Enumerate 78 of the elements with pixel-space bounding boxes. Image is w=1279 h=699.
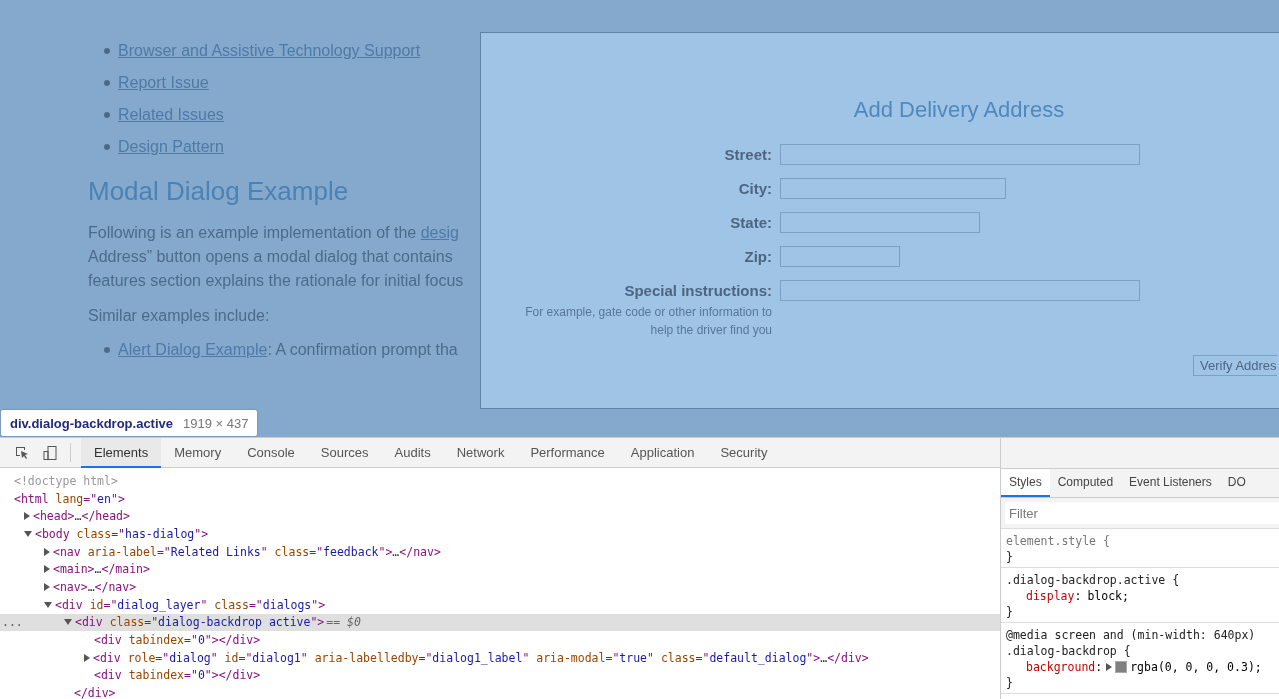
field-label: City: <box>738 179 772 199</box>
bullet-icon <box>104 144 110 150</box>
dom-node-line[interactable]: <div tabindex="0"></div> <box>94 668 261 683</box>
paragraph-text: features section explains the rationale for initial focus <box>88 272 464 289</box>
bullet-icon <box>104 112 110 118</box>
paragraph-text: Address” button opens a modal dialog that contains <box>88 248 453 265</box>
devtools-tab[interactable]: Network <box>443 438 518 468</box>
dom-row[interactable]: <nav>…</nav> <box>0 578 1000 596</box>
dom-node-line[interactable]: <nav>…</nav> <box>53 579 137 594</box>
style-declaration[interactable]: display: block; <box>1006 588 1275 604</box>
dom-row[interactable]: <div role="dialog" id="dialog1" aria-labelledby="dialog1_label" aria-modal="true" class="default_dialog">…</div> <box>0 648 1000 667</box>
rule-selector: .dialog-backdrop.active { <box>1006 572 1181 588</box>
dom-node-line[interactable]: <body class="has-dialog"> <box>35 526 209 541</box>
field-label: Zip: <box>744 247 772 267</box>
dom-node-line[interactable]: <div tabindex="0"></div> <box>94 633 261 648</box>
input-field[interactable] <box>780 178 1006 199</box>
dom-row[interactable]: ... <div class="dialog-backdrop active"> == $0 <box>0 613 1000 632</box>
dom-node-line[interactable]: <div class="dialog-backdrop active"> <box>75 615 325 630</box>
input-field[interactable] <box>780 280 1140 301</box>
paragraph-text: Following is an example implementation of the <box>88 224 418 241</box>
devtools-tab[interactable]: Performance <box>517 438 618 468</box>
field-hint: For example, gate code or other information to help the driver find you <box>524 304 772 339</box>
devtools-tab[interactable]: Elements <box>81 438 162 468</box>
dialog-title: Add Delivery Address <box>852 97 1066 123</box>
devtools-tab[interactable]: Application <box>617 438 708 468</box>
devtools-tab[interactable]: Audits <box>381 438 444 468</box>
dom-row[interactable]: <html lang="en"> <box>0 489 1000 508</box>
collapse-arrow-icon[interactable] <box>44 601 52 608</box>
dom-node-line[interactable]: </div> <box>74 686 116 699</box>
dom-row[interactable]: <body class="has-dialog"> <box>0 525 1000 543</box>
bullet-icon <box>104 48 110 54</box>
field-label: Street: <box>724 145 772 165</box>
rule-selector: .dialog-backdrop { <box>1006 643 1132 659</box>
sidebar-tab[interactable]: DO <box>1219 469 1254 497</box>
sidebar-tab[interactable]: Styles <box>1001 469 1050 497</box>
dom-row[interactable]: <div id="dialog_layer" class="dialogs"> <box>0 595 1000 614</box>
dom-row[interactable]: <head>…</head> <box>0 507 1000 526</box>
bullet-icon <box>104 347 110 353</box>
input-field[interactable] <box>780 144 1140 165</box>
field-label: Special instructions: <box>624 281 772 301</box>
dom-node-line[interactable]: <div id="dialog_layer" class="dialogs"> <box>55 597 326 612</box>
expand-arrow-icon[interactable] <box>24 512 30 521</box>
dom-row[interactable]: <div tabindex="0"></div> <box>0 666 1000 685</box>
filter-field[interactable]: Filter <box>1005 502 1279 524</box>
sidebar-tab[interactable]: Event Listeners <box>1121 469 1220 497</box>
dom-node-line[interactable]: <head>…</head> <box>33 509 130 524</box>
input-field[interactable] <box>780 212 980 233</box>
expand-arrow-icon[interactable] <box>84 653 90 662</box>
input-field[interactable] <box>780 246 900 267</box>
bullet-icon <box>104 80 110 86</box>
rule-closing-brace: } <box>1006 549 1014 565</box>
dom-row[interactable]: <main>…</main> <box>0 560 1000 579</box>
collapse-arrow-icon[interactable] <box>24 530 32 537</box>
dom-node-line[interactable]: <html lang="en"> <box>14 491 125 506</box>
rule-closing-brace: } <box>1006 675 1014 691</box>
rule-closing-brace: } <box>1006 604 1014 620</box>
devtools-tab[interactable]: Console <box>234 438 308 468</box>
dom-row[interactable]: <div tabindex="0"></div> <box>0 631 1000 649</box>
sidebar-tab[interactable]: Computed <box>1049 469 1122 497</box>
paragraph-text: Similar examples include: <box>88 307 270 324</box>
dom-node-line[interactable]: <nav aria-label="Related Links" class="feedback">…</nav> <box>53 544 441 559</box>
dom-row[interactable]: <nav aria-label="Related Links" class="feedback">…</nav> <box>0 542 1000 561</box>
devtools-tab[interactable]: Security <box>707 438 781 468</box>
rule-selector: element.style { <box>1006 533 1111 549</box>
devtools-tab[interactable]: Memory <box>161 438 235 468</box>
tooltip-size: 1919 × 437 <box>183 415 249 431</box>
more-icon[interactable]: ... <box>2 615 23 630</box>
collapse-arrow-icon[interactable] <box>64 619 72 626</box>
example-description: : A confirmation prompt tha <box>267 340 458 360</box>
page-heading: Modal Dialog Example <box>88 176 349 207</box>
selected-marker: == $0 <box>326 615 361 630</box>
dom-node-line[interactable]: <div role="dialog" id="dialog1" aria-labelledby="dialog1_label" aria-modal="true" class="default_dialog">…</div> <box>93 650 869 665</box>
dom-node-line[interactable]: <main>…</main> <box>53 562 150 577</box>
style-declaration[interactable]: background: rgba(0, 0, 0, 0.3); <box>1006 659 1275 675</box>
devtools-tab[interactable]: Sources <box>307 438 382 468</box>
tooltip-selector: div.dialog-backdrop.active <box>10 415 174 431</box>
media-query: @media screen and (min-width: 640px) <box>1006 627 1257 643</box>
field-label: State: <box>730 213 772 233</box>
